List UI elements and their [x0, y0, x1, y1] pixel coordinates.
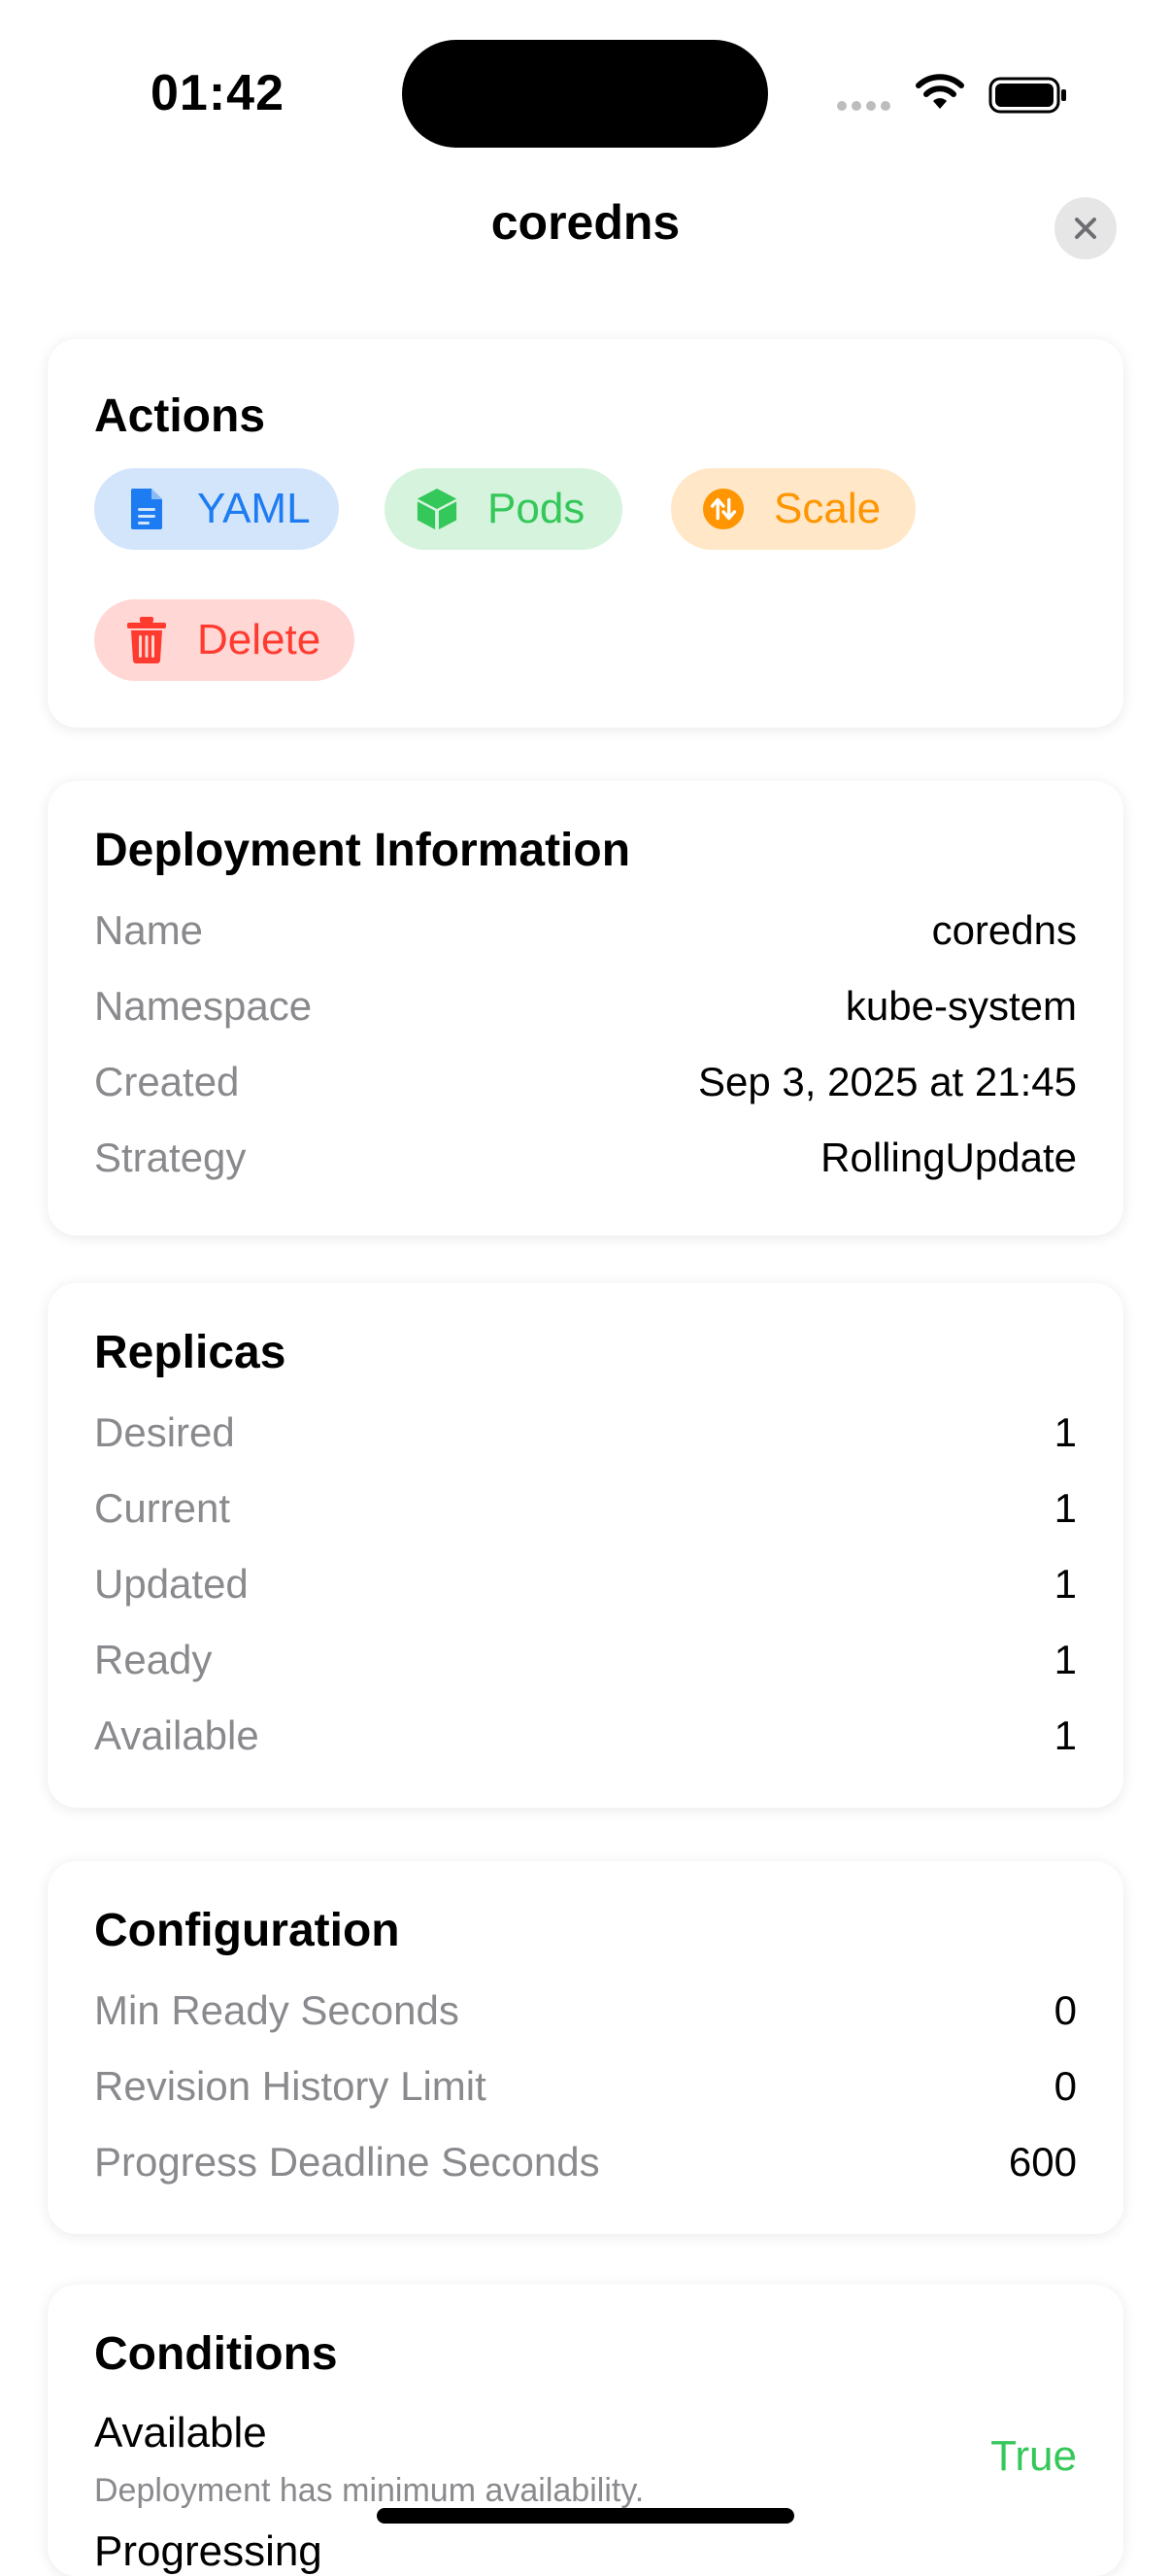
- replica-label: Desired: [94, 1409, 235, 1455]
- config-value: 0: [1054, 2063, 1077, 2109]
- status-bar: 01:42: [0, 0, 1171, 185]
- deployment-info-title: Deployment Information: [94, 825, 631, 876]
- document-icon: [125, 486, 168, 532]
- yaml-button[interactable]: YAML: [94, 468, 339, 550]
- info-value: RollingUpdate: [820, 1135, 1077, 1180]
- replicas-title: Replicas: [94, 1327, 286, 1378]
- xmark-icon: [1075, 218, 1096, 239]
- replica-row-current: Current 1: [94, 1474, 1077, 1542]
- status-time: 01:42: [151, 65, 284, 121]
- replica-value: 1: [1054, 1637, 1077, 1682]
- config-value: 0: [1054, 1987, 1077, 2033]
- home-indicator: [377, 2508, 794, 2524]
- condition-status: True: [990, 2432, 1077, 2480]
- condition-type: Available: [94, 2409, 267, 2457]
- config-row-min-ready: Min Ready Seconds 0: [94, 1977, 1077, 2045]
- info-row-name: Name coredns: [94, 897, 1077, 965]
- condition-type: Progressing: [94, 2527, 322, 2575]
- trash-icon: [125, 617, 168, 663]
- replica-value: 1: [1054, 1409, 1077, 1455]
- info-label: Namespace: [94, 983, 313, 1029]
- conditions-card: Conditions Available Deployment has mini…: [48, 2285, 1123, 2576]
- replica-row-available: Available 1: [94, 1702, 1077, 1770]
- replica-row-desired: Desired 1: [94, 1399, 1077, 1467]
- configuration-card: Configuration Min Ready Seconds 0 Revisi…: [48, 1861, 1123, 2234]
- battery-icon: [988, 77, 1066, 114]
- info-label: Created: [94, 1059, 240, 1104]
- yaml-button-label: YAML: [197, 485, 311, 532]
- config-label: Min Ready Seconds: [94, 1987, 459, 2033]
- replica-label: Updated: [94, 1561, 249, 1607]
- arrow-up-down-circle-icon: [702, 486, 745, 532]
- pods-button[interactable]: Pods: [385, 468, 622, 550]
- condition-message: Deployment has minimum availability.: [94, 2472, 645, 2509]
- delete-button[interactable]: Delete: [94, 599, 354, 681]
- config-label: Revision History Limit: [94, 2063, 486, 2109]
- deployment-info-card: Deployment Information Name coredns Name…: [48, 781, 1123, 1236]
- info-row-created: Created Sep 3, 2025 at 21:45: [94, 1048, 1077, 1116]
- config-label: Progress Deadline Seconds: [94, 2139, 600, 2185]
- cube-icon: [416, 486, 458, 532]
- replica-label: Ready: [94, 1637, 213, 1682]
- info-value: kube-system: [845, 983, 1077, 1029]
- replica-value: 1: [1054, 1561, 1077, 1607]
- conditions-title: Conditions: [94, 2328, 338, 2380]
- replica-value: 1: [1054, 1712, 1077, 1758]
- delete-button-label: Delete: [197, 616, 321, 663]
- close-button[interactable]: [1054, 197, 1117, 259]
- scale-button-label: Scale: [774, 485, 882, 532]
- replica-label: Current: [94, 1485, 231, 1531]
- info-label: Strategy: [94, 1135, 247, 1180]
- actions-card: Actions YAML Pods Scale Delete: [48, 339, 1123, 728]
- info-value: coredns: [931, 907, 1077, 953]
- page-title: coredns: [490, 195, 681, 250]
- wifi-icon: [916, 74, 964, 109]
- info-row-namespace: Namespace kube-system: [94, 972, 1077, 1040]
- cellular-signal-icon: [837, 101, 890, 111]
- info-label: Name: [94, 907, 204, 953]
- replica-row-ready: Ready 1: [94, 1626, 1077, 1694]
- info-row-strategy: Strategy RollingUpdate: [94, 1124, 1077, 1192]
- replica-row-updated: Updated 1: [94, 1550, 1077, 1618]
- configuration-title: Configuration: [94, 1905, 400, 1956]
- config-row-revision-limit: Revision History Limit 0: [94, 2052, 1077, 2120]
- dynamic-island: [402, 40, 768, 148]
- replicas-card: Replicas Desired 1 Current 1 Updated 1 R…: [48, 1283, 1123, 1808]
- pods-button-label: Pods: [487, 485, 586, 532]
- scale-button[interactable]: Scale: [671, 468, 916, 550]
- config-value: 600: [1008, 2139, 1077, 2185]
- actions-title: Actions: [94, 390, 266, 442]
- replica-label: Available: [94, 1712, 259, 1758]
- config-row-progress-deadline: Progress Deadline Seconds 600: [94, 2128, 1077, 2196]
- info-value: Sep 3, 2025 at 21:45: [698, 1059, 1077, 1104]
- replica-value: 1: [1054, 1485, 1077, 1531]
